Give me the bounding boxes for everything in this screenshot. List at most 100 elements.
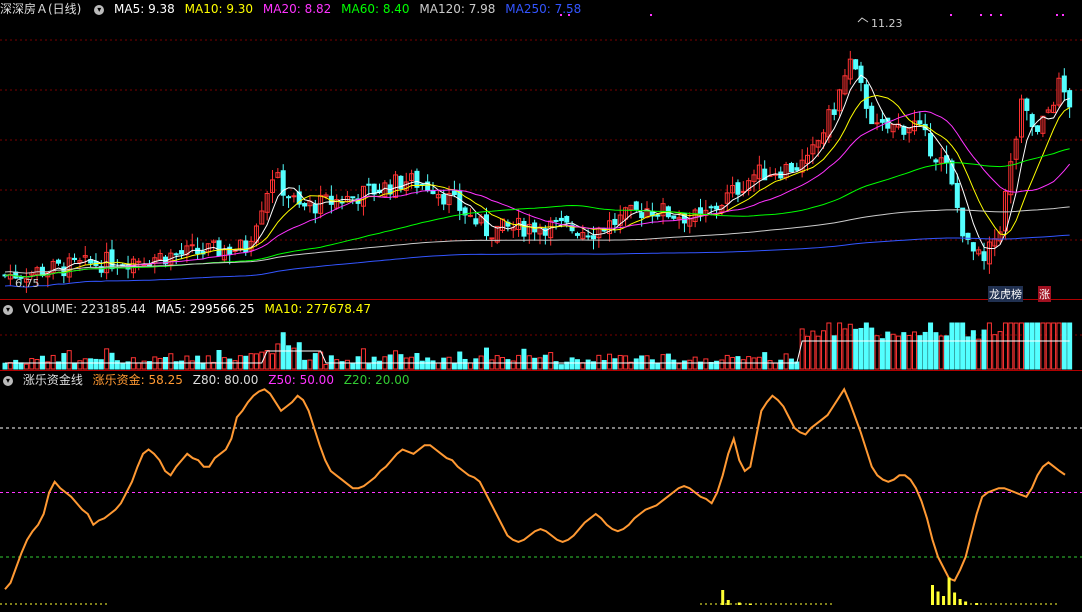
indicator-header: ▾ 涨乐资金线 涨乐资金: 58.25 Z80: 80.00 Z50: 50.0… (0, 371, 415, 389)
ma5-label: MA5: 9.38 (114, 2, 175, 16)
volume-bar (869, 327, 875, 370)
volume-bar (724, 354, 730, 370)
volume-bar (72, 362, 78, 370)
volume-bar (168, 353, 174, 370)
candle-body (521, 220, 527, 237)
candle-body (869, 105, 875, 125)
candle-body (917, 120, 923, 125)
volume-bar (467, 362, 473, 370)
volume-bar (109, 352, 115, 370)
volume-bar (687, 359, 693, 370)
volume-bar (548, 352, 554, 370)
volume-bar (660, 354, 666, 370)
z20-label: Z20: 20.00 (343, 373, 410, 387)
candle-body (302, 203, 308, 207)
volume-bar (574, 359, 580, 370)
volume-settings-icon[interactable]: ▾ (3, 304, 13, 315)
candle-body (350, 196, 356, 199)
candle-body (366, 183, 372, 186)
volume-bar (323, 364, 329, 370)
volume-bar (50, 354, 56, 370)
candle-body (312, 203, 318, 214)
volume-bar (542, 354, 548, 370)
stock-title[interactable]: 深深房Ａ(日线) (0, 2, 81, 16)
volume-bar (1029, 322, 1035, 370)
volume-bar (377, 360, 382, 370)
volume-bar (671, 359, 677, 370)
volume-bar (29, 358, 35, 370)
candle-body (981, 251, 987, 262)
volume-bar (489, 359, 495, 370)
signal-bar (953, 592, 957, 605)
volume-bar (189, 360, 195, 370)
volume-bar (912, 331, 917, 370)
volume-bar (633, 358, 639, 370)
zhang-tag[interactable]: 涨 (1038, 286, 1051, 302)
signal-bar (931, 585, 934, 605)
volume-bar (350, 363, 356, 370)
volume-bar (435, 362, 441, 370)
volume-bar (928, 322, 934, 370)
volume-bar (334, 359, 340, 370)
volume-bar (398, 354, 404, 370)
candle-body (970, 242, 976, 252)
candle-body (414, 170, 420, 188)
candle-body (612, 218, 618, 225)
volume-bar (366, 363, 372, 370)
ma10-label: MA10: 9.30 (184, 2, 254, 16)
volume-bar (879, 338, 885, 370)
volume-bar (821, 330, 827, 370)
volume-bar (393, 350, 399, 370)
indicator-settings-icon[interactable]: ▾ (3, 375, 13, 386)
volume-bar (558, 364, 564, 370)
candle-body (698, 207, 703, 214)
candle-body (858, 65, 864, 83)
volume-bar (853, 328, 859, 370)
volume-bar (810, 330, 816, 370)
candle-body (441, 194, 447, 205)
candle-body (831, 109, 837, 115)
candle-body (109, 249, 115, 270)
volume-bar (1019, 322, 1024, 370)
candle-body (1024, 98, 1030, 111)
volume-bar (232, 360, 238, 370)
volume-bar (93, 358, 99, 370)
candle-body (639, 212, 645, 219)
event-marker-dot (1056, 14, 1058, 16)
volume-bar (890, 333, 896, 370)
candle-body (853, 59, 859, 70)
volume-bar (248, 353, 254, 370)
signal-bar (726, 600, 730, 605)
indicator-name[interactable]: 涨乐资金线 (23, 373, 83, 387)
volume-bar (681, 360, 687, 370)
volume-bar (607, 353, 613, 370)
volume-header: ▾ VOLUME: 223185.44 MA5: 299566.25 MA10:… (0, 300, 377, 318)
volume-bar (98, 359, 104, 370)
lhb-tag[interactable]: 龙虎榜 (988, 286, 1023, 302)
volume-bar (1024, 322, 1030, 370)
volume-bar (344, 359, 350, 370)
volume-bar (2, 362, 8, 370)
volume-bar (457, 351, 463, 370)
volume-bar (949, 322, 955, 370)
volume-bar (403, 357, 409, 370)
candle-body (591, 235, 596, 240)
ma-line-5 (4, 74, 1070, 278)
candle-body (794, 167, 800, 171)
signal-bar (721, 590, 725, 605)
volume-bar (1056, 322, 1062, 370)
volume-bar (837, 322, 843, 370)
volume-bar (767, 360, 773, 370)
volume-bar (200, 362, 206, 370)
candle-body (558, 217, 564, 222)
candle-body (216, 240, 222, 257)
volume-bar (772, 362, 778, 370)
volume-bar (387, 354, 393, 370)
settings-circle-icon[interactable]: ▾ (94, 4, 105, 15)
volume-bar (516, 354, 522, 370)
volume-bar (505, 359, 511, 370)
volume-bar (778, 359, 784, 370)
volume-bar (227, 358, 233, 370)
volume-ma5-label: MA5: 299566.25 (155, 302, 255, 316)
volume-bar (216, 349, 222, 370)
